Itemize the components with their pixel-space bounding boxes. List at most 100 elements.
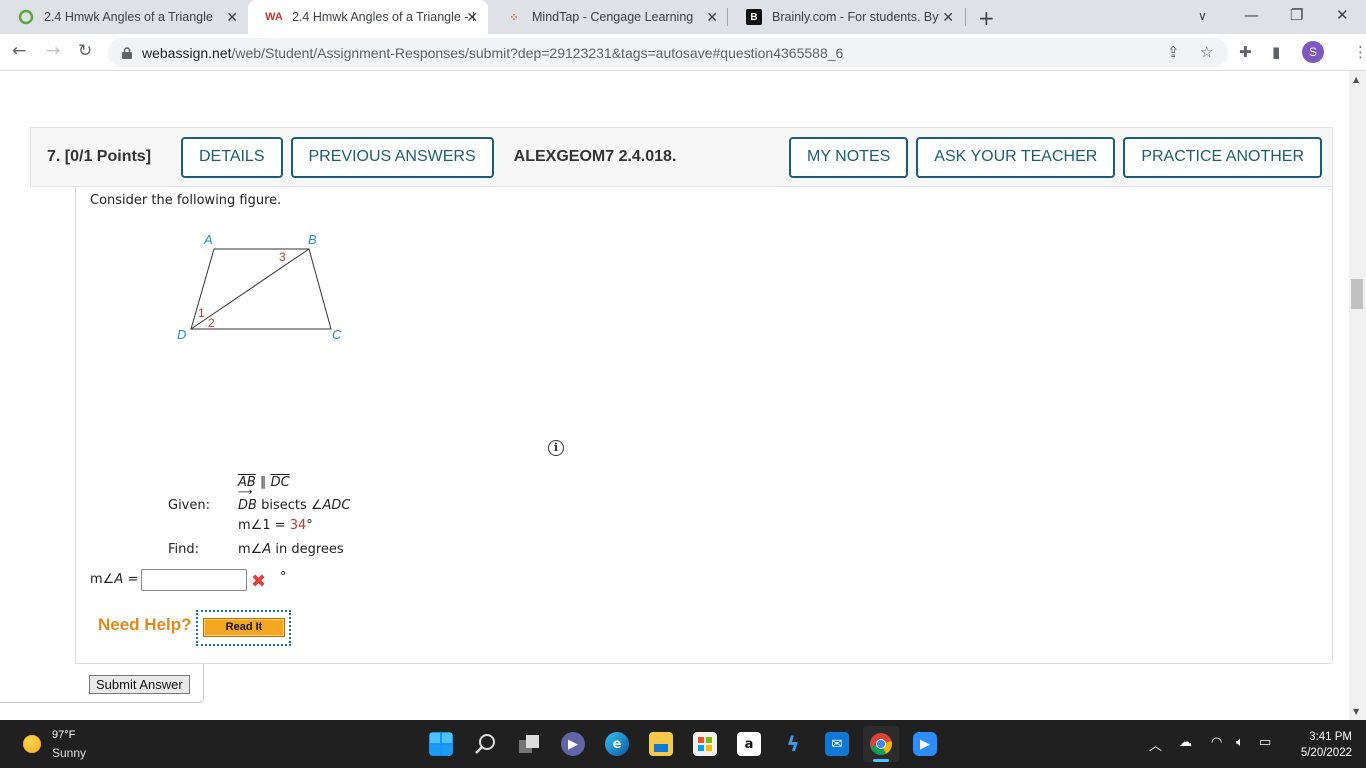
angle-3-label: 3 <box>279 250 286 264</box>
onedrive-cloud-icon[interactable]: ☁ <box>1179 735 1192 750</box>
browser-toolbar: ← → ↻ webassign.net/web/Student/Assignme… <box>0 34 1366 71</box>
start-windows-icon[interactable] <box>429 732 453 756</box>
tab-mindtap[interactable]: ⁘ MindTap - Cengage Learning ✕ <box>488 0 728 34</box>
forward-arrow-icon[interactable]: → <box>46 41 60 61</box>
close-icon[interactable]: ✕ <box>706 9 718 26</box>
my-notes-button[interactable]: MY NOTES <box>789 136 909 178</box>
zoom-app-icon[interactable]: ▶ <box>913 732 937 756</box>
search-icon[interactable] <box>473 732 497 756</box>
ray-db: ⟶ DB <box>238 487 257 513</box>
question-number-points: 7. [0/1 Points] <box>47 148 152 165</box>
tab-title: MindTap - Cengage Learning <box>532 10 694 24</box>
share-icon[interactable]: ⇪ <box>1167 43 1180 61</box>
tab-hmwk-1[interactable]: 2.4 Hmwk Angles of a Triangle ✕ <box>0 0 248 34</box>
close-icon[interactable]: ✕ <box>226 9 238 26</box>
tab-separator <box>965 8 966 26</box>
m1-value: 34 <box>289 518 307 533</box>
tab-title: Brainly.com - For students. By stu <box>772 10 942 24</box>
system-clock[interactable]: 3:41 PM 5/20/2022 <box>1292 729 1352 761</box>
question-header: 7. [0/1 Points] DETAILS PREVIOUS ANSWERS… <box>30 127 1333 187</box>
vertex-d-label: D <box>177 327 186 342</box>
mail-icon[interactable]: ✉ <box>825 732 849 756</box>
clock-date: 5/20/2022 <box>1300 747 1352 759</box>
minimize-icon[interactable]: — <box>1244 6 1259 24</box>
answer-var: A <box>114 572 124 587</box>
wifi-icon[interactable]: ◠ <box>1211 735 1222 750</box>
given-angle-1: m∠1 = 34° <box>238 518 313 533</box>
active-indicator <box>873 759 889 762</box>
angle-adc: ADC <box>322 498 351 513</box>
url-domain: webassign.net <box>142 44 232 61</box>
back-arrow-icon[interactable]: ← <box>12 41 26 61</box>
windows-taskbar: 97°F Sunny ▶ e a ϟ ✉ ▶ ︿ ☁ ◠ 🔈︎ ▭ 3:41 P… <box>0 720 1366 768</box>
new-tab-button[interactable]: + <box>978 6 995 30</box>
find-label: Find: <box>168 542 200 557</box>
info-icon[interactable]: i <box>548 440 564 456</box>
address-bar[interactable]: webassign.net/web/Student/Assignment-Res… <box>108 38 1228 67</box>
scroll-up-icon[interactable]: ▲ <box>1353 75 1359 84</box>
ray-arrow-icon: ⟶ <box>238 487 252 498</box>
tab-search-chevron-icon[interactable]: ∨ <box>1198 9 1207 23</box>
lock-icon <box>122 46 132 59</box>
tab-hmwk-2[interactable]: WA 2.4 Hmwk Angles of a Triangle - I ✕ <box>248 0 488 34</box>
vertex-c-label: C <box>332 327 342 342</box>
scrollbar-thumb[interactable] <box>1351 279 1363 309</box>
read-it-focus-ring: Read It <box>196 610 291 646</box>
parallel-symbol: ∥ <box>255 475 271 490</box>
chrome-taskbar-item[interactable] <box>863 726 899 762</box>
ray-label: DB <box>238 498 257 513</box>
read-it-button[interactable]: Read It <box>203 618 285 637</box>
ask-teacher-button[interactable]: ASK YOUR TEACHER <box>916 136 1116 178</box>
tab-title: 2.4 Hmwk Angles of a Triangle - I <box>292 10 474 24</box>
show-hidden-icons-chevron[interactable]: ︿ <box>1149 735 1162 754</box>
window-close-icon[interactable]: ✕ <box>1336 6 1349 24</box>
power-automate-icon[interactable]: ϟ <box>781 732 805 756</box>
weather-sun-icon[interactable] <box>23 735 41 753</box>
tab-brainly[interactable]: B Brainly.com - For students. By stu ✕ <box>728 0 964 34</box>
close-icon[interactable]: ✕ <box>942 9 954 26</box>
bisects-text: bisects ∠ <box>256 498 323 513</box>
cengage-ring-icon <box>18 9 34 25</box>
vertex-a-label: A <box>203 232 213 247</box>
incorrect-x-icon: ✖ <box>251 571 267 592</box>
file-explorer-icon[interactable] <box>649 732 673 756</box>
answer-unit: ° <box>280 570 287 585</box>
page-scrollbar[interactable]: ▲ ▼ <box>1349 71 1366 720</box>
profile-avatar[interactable]: S <box>1302 41 1324 63</box>
question-intro: Consider the following figure. <box>90 193 282 208</box>
menu-kebab-icon[interactable]: ⋮ <box>1353 43 1366 61</box>
scroll-down-icon[interactable]: ▼ <box>1353 707 1359 716</box>
microsoft-store-icon[interactable] <box>693 732 717 756</box>
task-view-icon[interactable] <box>517 732 541 756</box>
url-text: webassign.net/web/Student/Assignment-Res… <box>142 45 843 61</box>
submit-answer-button[interactable]: Submit Answer <box>89 675 190 694</box>
battery-icon[interactable]: ▭ <box>1259 735 1271 750</box>
practice-another-button[interactable]: PRACTICE ANOTHER <box>1123 136 1322 178</box>
question-code: ALEXGEOM7 2.4.018. <box>513 148 677 165</box>
answer-input[interactable] <box>141 569 247 591</box>
tab-title: 2.4 Hmwk Angles of a Triangle <box>44 10 213 24</box>
restore-icon[interactable]: ❐ <box>1290 6 1303 24</box>
need-help-label: Need Help? <box>98 615 192 634</box>
close-icon[interactable]: ✕ <box>466 9 478 26</box>
details-button[interactable]: DETAILS <box>181 136 283 178</box>
teams-chat-icon[interactable]: ▶ <box>561 732 585 756</box>
amazon-icon[interactable]: a <box>737 732 761 756</box>
edge-icon[interactable]: e <box>605 732 629 756</box>
m1-prefix: m∠1 = <box>238 518 290 533</box>
extensions-puzzle-icon[interactable]: ✚ <box>1239 43 1252 61</box>
webassign-icon: WA <box>265 11 283 23</box>
side-panel-icon[interactable]: ▮ <box>1272 43 1280 61</box>
weather-temp[interactable]: 97°F <box>52 729 75 741</box>
clock-time: 3:41 PM <box>1309 731 1352 743</box>
given-label: Given: <box>168 498 210 513</box>
bookmark-star-icon[interactable]: ☆ <box>1200 43 1213 61</box>
degree-symbol: ° <box>306 518 313 533</box>
previous-answers-button[interactable]: PREVIOUS ANSWERS <box>290 136 494 178</box>
chrome-icon <box>870 733 892 755</box>
volume-icon[interactable]: 🔈︎ <box>1236 735 1244 750</box>
answer-suffix: = <box>123 572 139 587</box>
reload-icon[interactable]: ↻ <box>78 41 92 61</box>
answer-prefix: m∠ <box>90 572 115 587</box>
weather-desc[interactable]: Sunny <box>52 746 86 760</box>
